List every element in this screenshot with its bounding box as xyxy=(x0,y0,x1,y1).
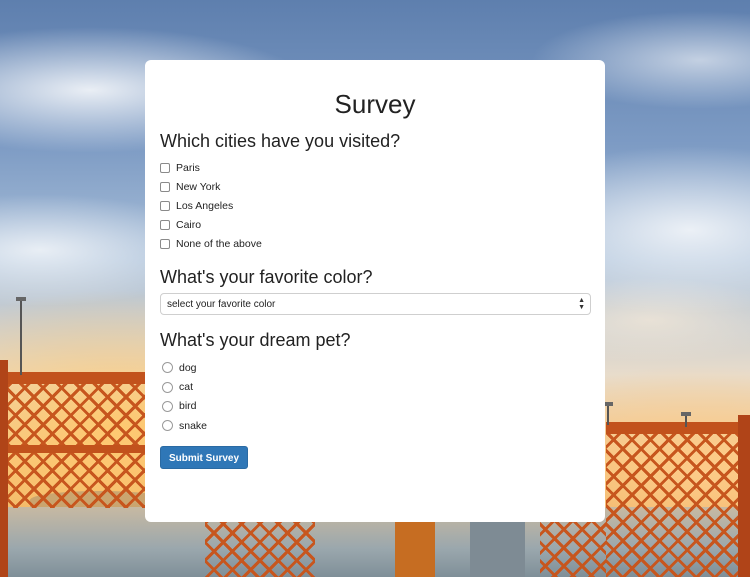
radio-option-cat[interactable]: cat xyxy=(160,377,590,396)
radio-button[interactable] xyxy=(162,381,173,393)
cities-checklist: Paris New York Los Angeles Cairo None of… xyxy=(160,158,590,253)
checkbox-label: None of the above xyxy=(176,237,262,250)
radio-label: cat xyxy=(179,381,194,394)
checkbox[interactable] xyxy=(160,181,170,192)
checkbox-label: Los Angeles xyxy=(176,199,234,212)
question-pet: What's your dream pet? xyxy=(160,330,351,350)
checkbox-label: Cairo xyxy=(176,218,202,231)
color-select-value: select your favorite color xyxy=(167,298,276,310)
checkbox-label: New York xyxy=(176,180,221,193)
radio-label: dog xyxy=(179,361,197,374)
checkbox[interactable] xyxy=(160,238,170,249)
radio-button[interactable] xyxy=(162,400,173,412)
checkbox-option-none[interactable]: None of the above xyxy=(160,234,590,253)
color-select[interactable]: select your favorite color ▲ ▼ xyxy=(160,293,591,315)
radio-label: bird xyxy=(179,400,197,413)
checkbox[interactable] xyxy=(160,219,170,230)
checkbox-option-cairo[interactable]: Cairo xyxy=(160,215,590,234)
checkbox[interactable] xyxy=(160,200,170,211)
pet-radio-group: dog cat bird snake xyxy=(160,358,590,436)
checkbox-option-los-angeles[interactable]: Los Angeles xyxy=(160,196,590,215)
radio-button[interactable] xyxy=(162,362,173,374)
question-cities: Which cities have you visited? xyxy=(160,131,401,151)
radio-option-dog[interactable]: dog xyxy=(160,358,590,377)
radio-label: snake xyxy=(179,419,208,432)
radio-button[interactable] xyxy=(162,420,173,432)
checkbox[interactable] xyxy=(160,162,170,173)
radio-option-bird[interactable]: bird xyxy=(160,397,590,416)
checkbox-option-paris[interactable]: Paris xyxy=(160,158,590,177)
page-title: Survey xyxy=(334,89,416,119)
checkbox-label: Paris xyxy=(176,161,200,174)
radio-option-snake[interactable]: snake xyxy=(160,416,590,435)
submit-survey-button[interactable]: Submit Survey xyxy=(160,445,249,469)
chevron-up-down-icon: ▲ ▼ xyxy=(578,297,585,311)
question-color: What's your favorite color? xyxy=(160,267,373,287)
checkbox-option-new-york[interactable]: New York xyxy=(160,177,590,196)
survey-card: Survey Which cities have you visited? Pa… xyxy=(145,60,605,522)
